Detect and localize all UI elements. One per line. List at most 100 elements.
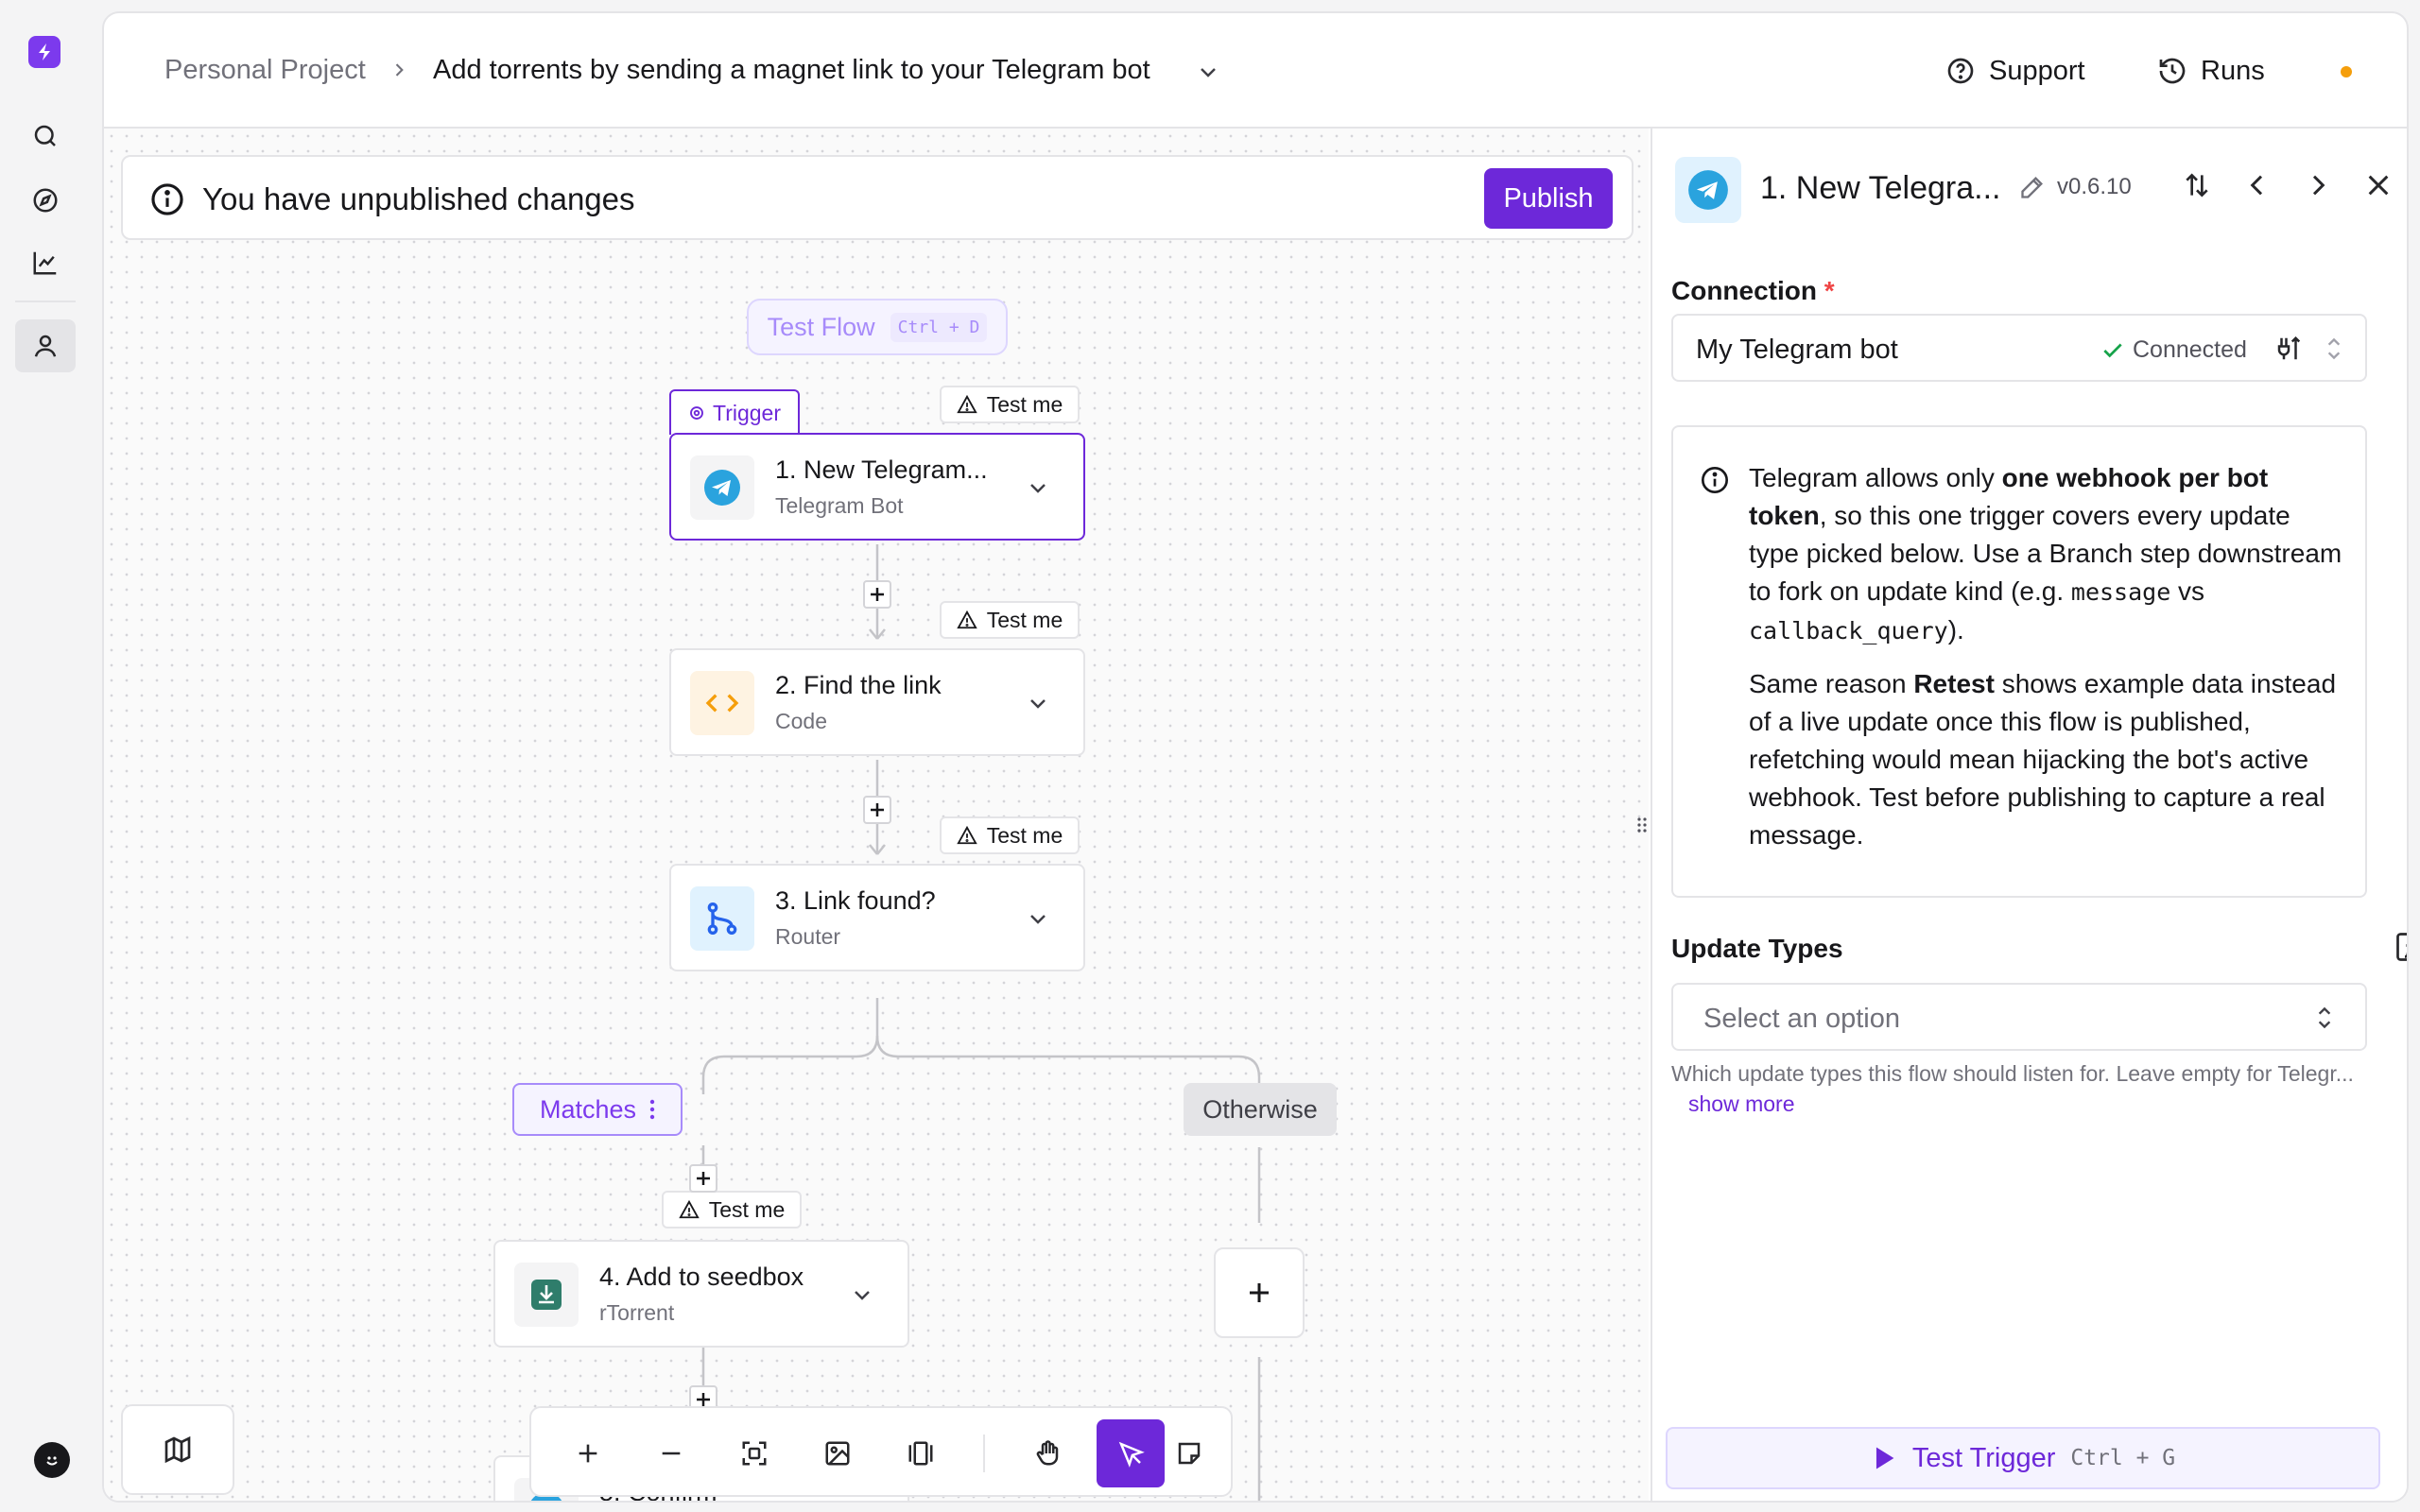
add-step-button[interactable] (863, 580, 891, 609)
chevron-down-icon[interactable] (1027, 692, 1049, 714)
trigger-tag: Trigger (669, 389, 800, 435)
version-label: v0.6.10 (2057, 174, 2132, 199)
app-rail (0, 0, 102, 1512)
connection-label: Connection * (1671, 276, 1835, 305)
sticky-note-icon[interactable] (1155, 1419, 1223, 1487)
step-card-code[interactable]: 2. Find the link Code (669, 648, 1085, 756)
webhook-info-box: Telegram allows only one webhook per bot… (1671, 425, 2367, 898)
test-trigger-shortcut: Ctrl + G (2070, 1446, 2176, 1470)
status-dot (2341, 66, 2352, 77)
breadcrumb-flow-name[interactable]: Add torrents by sending a magnet link to… (433, 55, 1150, 86)
zoom-out-icon[interactable] (637, 1419, 705, 1487)
chevron-down-icon[interactable] (1197, 60, 1219, 83)
help-circle-icon (1945, 56, 1976, 86)
info-text-part: Telegram allows only (1749, 463, 2002, 492)
chevron-left-icon[interactable] (2242, 170, 2273, 200)
close-icon[interactable] (2363, 170, 2394, 200)
test-me-button[interactable]: Test me (662, 1191, 802, 1228)
connection-value: My Telegram bot (1696, 335, 1898, 365)
fit-view-icon[interactable] (720, 1419, 788, 1487)
logo-icon[interactable] (28, 36, 60, 68)
warning-icon (957, 610, 977, 630)
map-icon (163, 1435, 193, 1465)
test-me-label: Test me (986, 391, 1063, 417)
search-icon[interactable] (15, 110, 76, 163)
test-trigger-label: Test Trigger (1911, 1442, 2056, 1473)
compass-icon[interactable] (15, 174, 76, 227)
flow-canvas[interactable]: You have unpublished changes Publish Tes… (104, 129, 1649, 1501)
connection-select[interactable]: My Telegram bot Connected (1671, 314, 2367, 382)
chevron-down-icon[interactable] (1027, 476, 1049, 499)
check-icon (2100, 338, 2125, 363)
connection-label-text: Connection (1671, 276, 1817, 305)
info-text-part: vs (2170, 576, 2205, 606)
chevron-right-icon[interactable] (2303, 170, 2333, 200)
reconnect-icon[interactable] (2274, 335, 2303, 363)
step-subtitle: Router (775, 924, 841, 949)
test-me-label: Test me (986, 607, 1063, 632)
step-subtitle: rTorrent (599, 1300, 675, 1325)
info-text-part: , so this one trigger covers every updat… (1749, 501, 2342, 606)
add-step-button[interactable] (863, 796, 891, 824)
step-card-telegram-trigger[interactable]: 1. New Telegram... Telegram Bot (669, 433, 1085, 541)
step-title: 4. Add to seedbox (599, 1263, 804, 1291)
layout-columns-icon[interactable] (887, 1419, 955, 1487)
canvas-toolbar (529, 1406, 1233, 1497)
step-title: 2. Find the link (775, 671, 942, 699)
add-branch-step-button[interactable] (1214, 1247, 1305, 1338)
more-vertical-icon[interactable] (649, 1098, 655, 1121)
main-frame: Personal Project Add torrents by sending… (102, 11, 2409, 1503)
step-card-rtorrent[interactable]: 4. Add to seedbox rTorrent (493, 1240, 909, 1348)
chevrons-updown-icon (2322, 335, 2346, 363)
warning-icon (957, 825, 977, 846)
test-me-label: Test me (708, 1196, 786, 1222)
hand-pan-icon[interactable] (1013, 1419, 1081, 1487)
chart-icon[interactable] (15, 236, 76, 289)
info-text-bold: Retest (1913, 669, 1995, 698)
test-me-button[interactable]: Test me (940, 386, 1080, 423)
rail-divider (15, 301, 76, 302)
help-text: Which update types this flow should list… (1671, 1061, 2354, 1086)
webhook-info-text: Telegram allows only one webhook per bot… (1749, 459, 2344, 854)
test-flow-button[interactable]: Test Flow Ctrl + D (747, 299, 1008, 355)
panel-resize-handle[interactable] (1635, 813, 1649, 837)
telegram-icon (1675, 157, 1741, 223)
step-card-router[interactable]: 3. Link found? Router (669, 864, 1085, 971)
info-text-part: ). (1947, 615, 1964, 644)
branch-otherwise[interactable]: Otherwise (1184, 1083, 1337, 1136)
info-code: callback_query (1749, 617, 1948, 644)
chevron-down-icon[interactable] (851, 1283, 873, 1306)
chevron-down-icon[interactable] (1027, 907, 1049, 930)
test-trigger-button[interactable]: Test Trigger Ctrl + G (1666, 1427, 2380, 1489)
chevrons-updown-icon (2312, 1004, 2337, 1032)
support-button[interactable]: Support (1945, 49, 2085, 93)
play-icon (1871, 1444, 1897, 1472)
user-icon[interactable] (15, 319, 76, 372)
info-code: message (2070, 578, 2171, 606)
add-step-button[interactable] (689, 1164, 717, 1193)
minimap-toggle[interactable] (121, 1404, 234, 1495)
export-image-icon[interactable] (804, 1419, 872, 1487)
show-more-link[interactable]: show more (1688, 1091, 1794, 1116)
update-types-placeholder: Select an option (1703, 1004, 1900, 1034)
history-icon (2157, 56, 2187, 86)
download-icon (514, 1263, 579, 1327)
warning-icon (679, 1199, 700, 1220)
branch-matches-label: Matches (539, 1094, 637, 1124)
top-bar: Personal Project Add torrents by sending… (104, 13, 2407, 129)
step-title: 3. Link found? (775, 886, 936, 915)
function-icon[interactable] (2394, 930, 2407, 964)
pencil-icon[interactable] (2019, 174, 2046, 200)
chevron-down-icon[interactable] (851, 1499, 873, 1501)
swap-icon[interactable] (2182, 170, 2212, 200)
avatar[interactable] (34, 1442, 70, 1478)
update-types-select[interactable]: Select an option (1671, 983, 2367, 1051)
zoom-in-icon[interactable] (554, 1419, 622, 1487)
test-me-button[interactable]: Test me (940, 601, 1080, 639)
update-types-label: Update Types (1671, 934, 1843, 963)
info-text-part: Same reason (1749, 669, 1914, 698)
runs-button[interactable]: Runs (2157, 49, 2265, 93)
branch-matches[interactable]: Matches (512, 1083, 683, 1136)
test-me-button[interactable]: Test me (940, 816, 1080, 854)
breadcrumb-project[interactable]: Personal Project (164, 55, 366, 86)
